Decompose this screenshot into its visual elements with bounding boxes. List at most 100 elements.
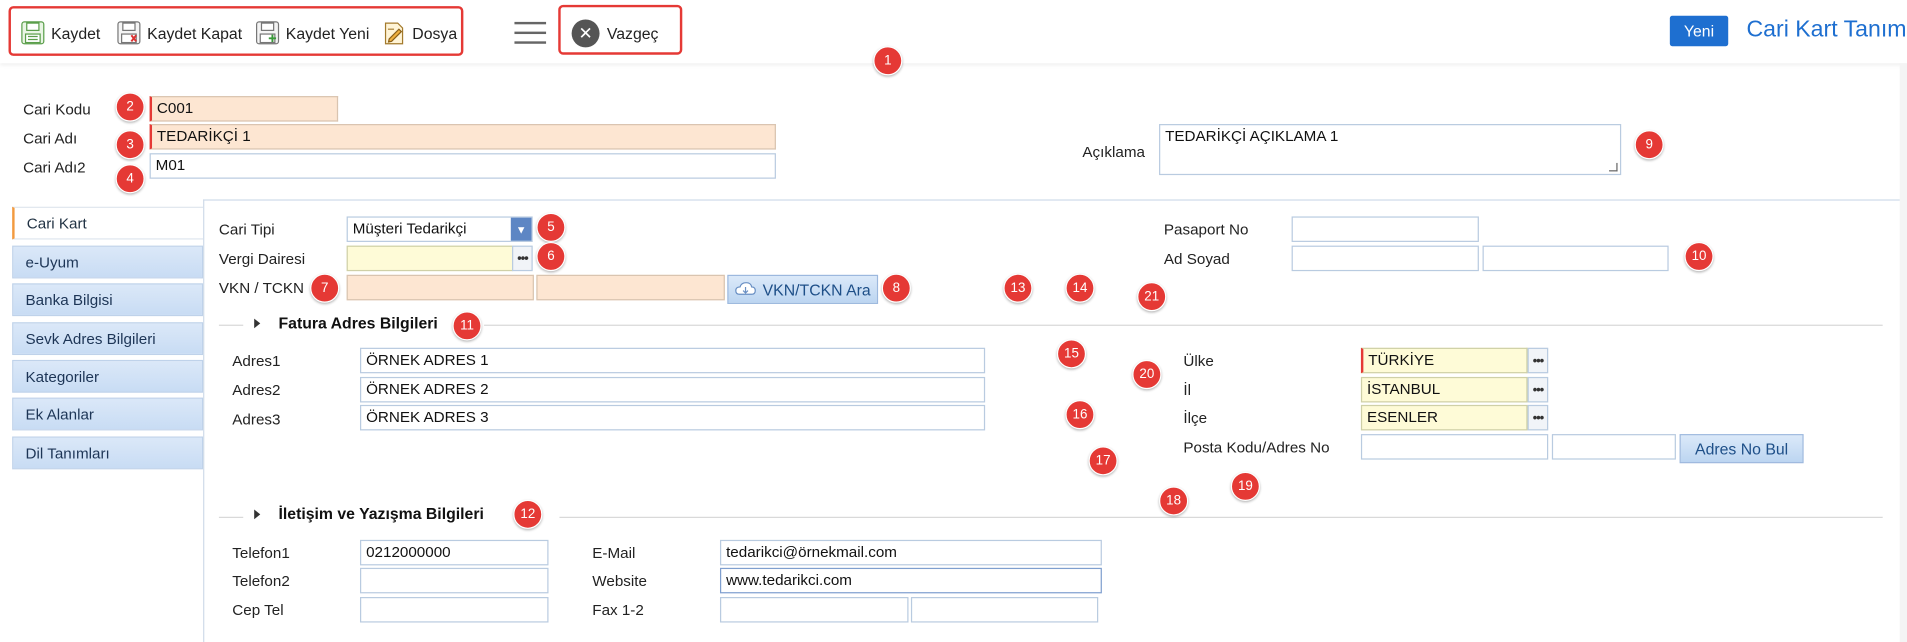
email-input[interactable]: tedarikci@örnekmail.com xyxy=(719,539,1102,566)
fax2-input[interactable] xyxy=(910,597,1099,623)
callout-badge: 16 xyxy=(1065,400,1095,430)
callout-badge: 11 xyxy=(452,311,482,341)
sidebar-item-banka-bilgisi[interactable]: Banka Bilgisi xyxy=(12,283,204,317)
ad-input[interactable] xyxy=(1291,245,1479,272)
ellipsis-icon[interactable]: ••• xyxy=(1527,376,1549,403)
cari-kodu-input[interactable]: C001 xyxy=(149,96,339,122)
ellipsis-icon[interactable]: ••• xyxy=(512,245,533,272)
aciklama-label: Açıklama xyxy=(1082,143,1145,161)
callout-badge: 5 xyxy=(536,212,566,242)
cari-adi2-input[interactable]: M01 xyxy=(149,153,776,179)
ellipsis-icon[interactable]: ••• xyxy=(1527,347,1549,374)
page-title: Cari Kart Tanım xyxy=(1746,17,1907,43)
iletisim-section-title[interactable]: İletişim ve Yazışma Bilgileri xyxy=(279,505,484,523)
aciklama-textarea[interactable]: TEDARİKÇİ AÇIKLAMA 1 xyxy=(1159,124,1622,176)
callout-badge: 2 xyxy=(115,92,145,122)
file-label: Dosya xyxy=(412,23,458,42)
vkn-search-button[interactable]: VKN/TCKN Ara xyxy=(727,274,879,304)
adres-no-bul-button[interactable]: Adres No Bul xyxy=(1679,434,1804,464)
ad-soyad-label: Ad Soyad xyxy=(1163,250,1230,268)
adres2-label: Adres2 xyxy=(232,381,281,399)
cari-kodu-label: Cari Kodu xyxy=(23,100,91,118)
ilce-input[interactable]: ESENLER xyxy=(1360,404,1528,431)
save-new-label: Kaydet Yeni xyxy=(285,23,370,42)
callout-badge: 9 xyxy=(1634,130,1664,160)
callout-badge: 19 xyxy=(1230,471,1260,501)
posta-kodu-input[interactable] xyxy=(1360,434,1549,460)
section-divider xyxy=(559,516,1883,518)
vkn-search-label: VKN/TCKN Ara xyxy=(762,280,871,299)
cari-tipi-select[interactable]: Müşteri Tedarikçi xyxy=(346,216,533,242)
sidebar-item-sevk-adres[interactable]: Sevk Adres Bilgileri xyxy=(12,322,204,356)
vergi-dairesi-input[interactable] xyxy=(346,245,514,272)
telefon1-input[interactable]: 0212000000 xyxy=(359,539,549,566)
callout-badge: 13 xyxy=(1003,273,1033,303)
ilce-label: İlçe xyxy=(1183,409,1208,427)
callout-badge: 3 xyxy=(115,130,145,160)
tckn-input[interactable] xyxy=(536,274,725,301)
adres3-label: Adres3 xyxy=(232,410,281,428)
telefon1-label: Telefon1 xyxy=(232,544,290,562)
page-scrollbar[interactable] xyxy=(1899,63,1907,642)
posta-label: Posta Kodu/Adres No xyxy=(1183,438,1330,456)
callout-badge: 17 xyxy=(1088,446,1118,476)
callout-badge: 1 xyxy=(873,46,903,76)
sidebar-item-e-uyum[interactable]: e-Uyum xyxy=(12,245,204,279)
save-icon xyxy=(21,21,45,45)
cari-adi-input[interactable]: TEDARİKÇİ 1 xyxy=(149,124,776,150)
callout-badge: 21 xyxy=(1137,282,1167,312)
email-label: E-Mail xyxy=(592,544,636,562)
callout-badge: 8 xyxy=(881,273,911,303)
caret-right-icon[interactable] xyxy=(254,318,261,329)
save-new-button[interactable]: Kaydet Yeni xyxy=(254,17,369,49)
save-new-icon xyxy=(256,21,280,45)
menu-icon[interactable] xyxy=(514,21,547,46)
website-input[interactable]: www.tedarikci.com xyxy=(719,567,1102,594)
sidebar-item-dil-tanimlari[interactable]: Dil Tanımları xyxy=(12,436,204,470)
file-button[interactable]: Dosya xyxy=(381,17,457,49)
aciklama-text: TEDARİKÇİ AÇIKLAMA 1 xyxy=(1165,127,1339,145)
new-button[interactable]: Yeni xyxy=(1669,15,1729,47)
pasaport-input[interactable] xyxy=(1291,216,1479,242)
sidebar-item-cari-kart[interactable]: Cari Kart xyxy=(12,206,204,240)
cari-tipi-label: Cari Tipi xyxy=(218,221,275,239)
callout-badge: 14 xyxy=(1065,273,1095,303)
callout-badge: 15 xyxy=(1056,339,1087,369)
cep-tel-label: Cep Tel xyxy=(232,601,284,619)
cari-tipi-value: Müşteri Tedarikçi xyxy=(352,220,467,238)
callout-badge: 12 xyxy=(513,499,543,529)
sidebar-item-ek-alanlar[interactable]: Ek Alanlar xyxy=(12,397,204,431)
save-close-button[interactable]: Kaydet Kapat xyxy=(116,17,242,49)
cancel-button[interactable]: ✕ Vazgeç xyxy=(571,18,658,47)
section-divider xyxy=(484,324,1883,326)
caret-right-icon[interactable] xyxy=(254,509,261,520)
sidebar-item-kategoriler[interactable]: Kategoriler xyxy=(12,359,204,393)
telefon2-input[interactable] xyxy=(359,567,549,594)
save-button[interactable]: Kaydet xyxy=(19,17,100,49)
vergi-dairesi-label: Vergi Dairesi xyxy=(218,250,306,268)
vkn-input[interactable] xyxy=(346,274,534,301)
adres1-label: Adres1 xyxy=(232,352,281,370)
telefon2-label: Telefon2 xyxy=(232,572,290,590)
adres3-input[interactable]: ÖRNEK ADRES 3 xyxy=(359,404,986,431)
ulke-label: Ülke xyxy=(1183,352,1214,370)
adres-no-input[interactable] xyxy=(1551,434,1676,460)
page: Kaydet Kaydet Kapat Kaydet Yeni Dosya ✕ … xyxy=(0,0,1907,642)
adres2-input[interactable]: ÖRNEK ADRES 2 xyxy=(359,376,986,403)
ulke-input[interactable]: TÜRKİYE xyxy=(1360,347,1528,374)
file-edit-icon xyxy=(384,22,404,45)
fatura-section-title[interactable]: Fatura Adres Bilgileri xyxy=(279,314,438,332)
adres1-input[interactable]: ÖRNEK ADRES 1 xyxy=(359,347,986,374)
pasaport-label: Pasaport No xyxy=(1163,221,1249,239)
fax1-input[interactable] xyxy=(719,597,909,623)
resize-grip-icon[interactable] xyxy=(1609,162,1618,172)
chevron-down-icon[interactable]: ▼ xyxy=(510,217,532,241)
ellipsis-icon[interactable]: ••• xyxy=(1527,404,1549,431)
callout-badge: 6 xyxy=(536,241,566,272)
soyad-input[interactable] xyxy=(1482,245,1669,272)
callout-badge: 18 xyxy=(1159,486,1189,516)
section-divider xyxy=(218,324,244,326)
il-input[interactable]: İSTANBUL xyxy=(1360,376,1528,403)
close-icon: ✕ xyxy=(571,18,600,47)
cep-tel-input[interactable] xyxy=(359,597,549,623)
